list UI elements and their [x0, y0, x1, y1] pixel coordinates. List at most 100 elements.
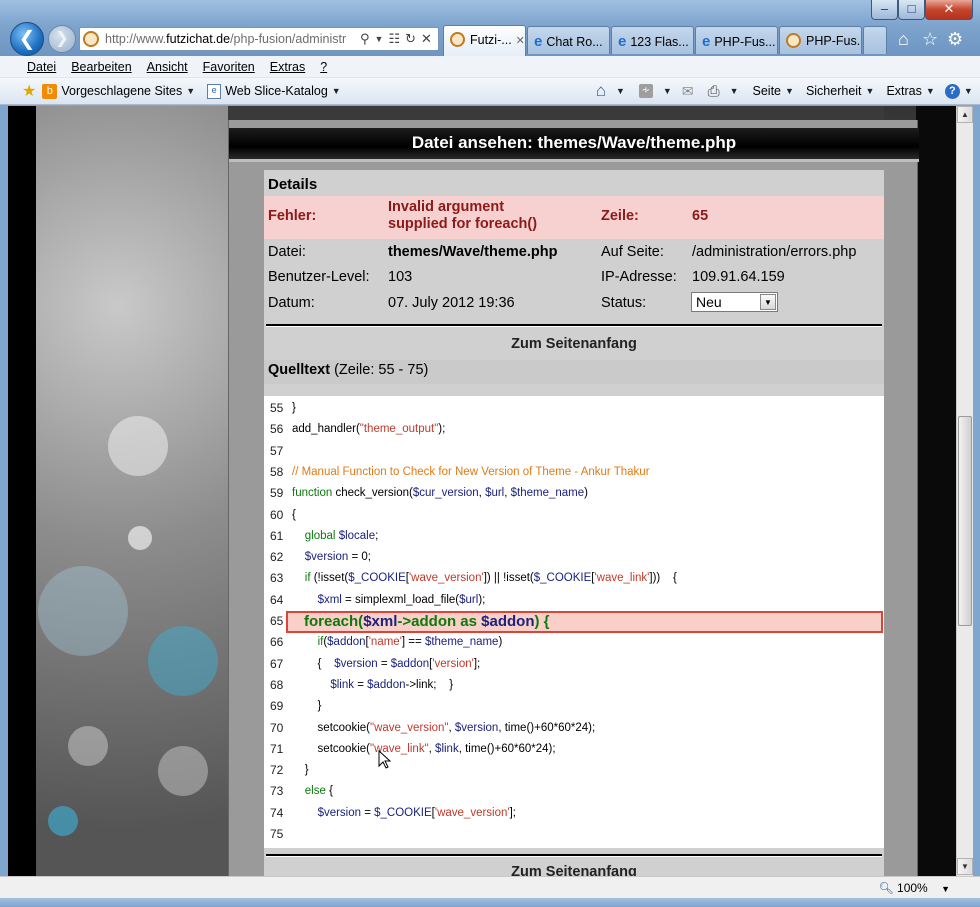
divider — [266, 324, 882, 327]
on-page-value: /administration/errors.php — [692, 244, 857, 260]
code-text: } — [292, 700, 322, 713]
suggested-sites-icon: b — [42, 83, 58, 99]
date-label: Datum: — [268, 295, 315, 311]
menu-bearbeiten[interactable]: Bearbeiten — [71, 60, 131, 74]
code-text: else { — [304, 785, 333, 798]
security-menu-button[interactable]: Sicherheit ▼ — [806, 84, 875, 98]
menu-extras[interactable]: Extras — [270, 60, 305, 74]
tab-label: 123 Flas... — [630, 35, 689, 49]
menu-favoriten[interactable]: Favoriten — [203, 60, 255, 74]
dropdown-arrow-icon[interactable]: ▼ — [375, 34, 384, 44]
scroll-up-arrow-icon[interactable]: ▲ — [957, 106, 973, 123]
details-heading: Details — [268, 176, 318, 193]
bokeh-light — [128, 526, 152, 550]
back-to-top-link[interactable]: Zum Seitenanfang — [264, 336, 884, 352]
help-menu-button[interactable]: ? ▼ — [944, 83, 973, 99]
tab-chat-room[interactable]: e Chat Ro... — [527, 26, 610, 54]
code-line: 61 global $locale; — [264, 526, 884, 547]
scrollbar-thumb[interactable] — [958, 416, 972, 626]
code-line: 65 foreach($xml->addon as $addon) { — [264, 611, 884, 633]
user-level-row: Benutzer-Level: 103 IP-Adresse: 109.91.6… — [264, 269, 884, 291]
code-line: 68 $link = $addon->link; } — [264, 675, 884, 696]
minimize-button[interactable]: – — [871, 0, 898, 20]
close-window-button[interactable]: ✕ — [925, 0, 973, 20]
code-text: $version = 0; — [304, 551, 371, 564]
menu-datei[interactable]: Datei — [27, 60, 56, 74]
printer-icon: ⎙ — [707, 82, 720, 100]
bokeh-light — [48, 806, 78, 836]
error-message-line-1: Invalid argument — [388, 199, 505, 215]
line-number: 65 — [270, 614, 284, 628]
window-frame-bottom — [0, 898, 980, 907]
web-slice-button[interactable]: e Web Slice-Katalog ▼ — [207, 83, 341, 99]
zoom-control[interactable]: 🔍︎ 100% ▼ — [878, 881, 950, 895]
search-icon[interactable]: ⚲ — [360, 31, 370, 47]
background-decoration — [916, 106, 956, 876]
line-number: 60 — [270, 507, 284, 522]
code-text: setcookie("wave_link", $link, time()+60*… — [292, 742, 556, 755]
web-slice-label: Web Slice-Katalog — [225, 84, 328, 98]
line-number: 72 — [270, 763, 284, 778]
forward-button[interactable]: ❯ — [48, 25, 76, 53]
error-row: Fehler: Invalid argument supplied for fo… — [264, 196, 884, 239]
code-line: 63 if (!isset($_COOKIE['wave_version']) … — [264, 568, 884, 589]
settings-gear-icon[interactable]: ⚙ — [947, 29, 963, 50]
line-number: 67 — [270, 656, 284, 671]
compatibility-view-icon[interactable]: ☷ — [388, 31, 400, 47]
feeds-button[interactable]: ∻ ▼ — [638, 84, 672, 98]
close-tab-icon[interactable]: ✕ — [516, 35, 525, 47]
dropdown-arrow-icon: ▼ — [662, 86, 672, 96]
code-line: 67 { $version = $addon['version']; — [264, 654, 884, 675]
tab-futzi[interactable]: Futzi-... ✕ — [443, 25, 526, 56]
add-favorite-button[interactable]: ★ — [22, 81, 36, 101]
status-selected-value: Neu — [696, 294, 722, 310]
stop-icon[interactable]: ✕ — [421, 31, 432, 47]
dropdown-arrow-icon: ▼ — [785, 86, 794, 96]
code-text: $xml = simplexml_load_file($url); — [317, 593, 486, 606]
line-number: 66 — [270, 635, 284, 650]
read-mail-button[interactable]: ✉ — [682, 83, 694, 100]
bokeh-light — [108, 416, 168, 476]
line-number: 73 — [270, 784, 284, 799]
page-viewport: Datei ansehen: themes/Wave/theme.php Det… — [8, 106, 956, 876]
tab-php-fusion-1[interactable]: e PHP-Fus... — [695, 26, 778, 54]
source-line-range: (Zeile: 55 - 75) — [334, 362, 429, 378]
code-text: } — [292, 764, 309, 777]
code-line: 56 add_handler("theme_output"); — [264, 419, 884, 440]
new-tab-button[interactable] — [863, 26, 887, 54]
page-menu-button[interactable]: Seite ▼ — [753, 84, 794, 98]
tab-flash[interactable]: e 123 Flas... — [611, 26, 694, 54]
address-url[interactable]: http://www.futzichat.de/php-fusion/admin… — [105, 32, 355, 46]
back-button[interactable]: ❮ — [10, 22, 44, 56]
address-bar[interactable]: http://www.futzichat.de/php-fusion/admin… — [79, 27, 439, 51]
line-number: 56 — [270, 422, 284, 437]
tab-php-fusion-2[interactable]: PHP-Fus... — [779, 26, 862, 54]
date-value: 07. July 2012 19:36 — [388, 295, 515, 311]
line-value: 65 — [692, 208, 709, 224]
code-text: foreach($xml->addon as $addon) { — [304, 613, 550, 630]
home-icon[interactable]: ⌂ — [898, 29, 909, 50]
suggested-sites-button[interactable]: b Vorgeschlagene Sites ▼ — [42, 83, 195, 99]
menu-ansicht[interactable]: Ansicht — [147, 60, 188, 74]
vertical-scrollbar[interactable]: ▲ ▼ — [956, 106, 973, 876]
code-text: $link = $addon->link; } — [330, 678, 454, 691]
home-button[interactable]: ⌂ ▼ — [596, 81, 625, 101]
code-text: add_handler("theme_output"); — [292, 423, 446, 436]
refresh-icon[interactable]: ↻ — [405, 31, 416, 47]
menu-help[interactable]: ? — [320, 60, 327, 74]
source-heading-row: Quelltext (Zeile: 55 - 75) — [264, 360, 884, 384]
back-to-top-link[interactable]: Zum Seitenanfang — [264, 864, 884, 876]
code-text: setcookie("wave_version", $version, time… — [292, 721, 596, 734]
maximize-button[interactable]: □ — [898, 0, 925, 20]
favorites-star-icon[interactable]: ☆ — [922, 29, 938, 50]
chevron-down-icon[interactable]: ▼ — [760, 294, 776, 310]
suggested-sites-label: Vorgeschlagene Sites — [61, 84, 183, 98]
error-details-panel: Details Fehler: Invalid argument supplie… — [264, 170, 884, 876]
dropdown-arrow-icon: ▼ — [925, 86, 935, 96]
print-button[interactable]: ⎙ ▼ — [708, 83, 739, 100]
source-code-block: 55} 56 add_handler("theme_output"); 57 58 // … — [264, 396, 884, 848]
status-select[interactable]: Neu ▼ — [691, 292, 778, 312]
code-line: 71 setcookie("wave_link", $link, time()+… — [264, 739, 884, 760]
scroll-down-arrow-icon[interactable]: ▼ — [957, 858, 973, 875]
tools-menu-button[interactable]: Extras ▼ — [886, 84, 934, 98]
